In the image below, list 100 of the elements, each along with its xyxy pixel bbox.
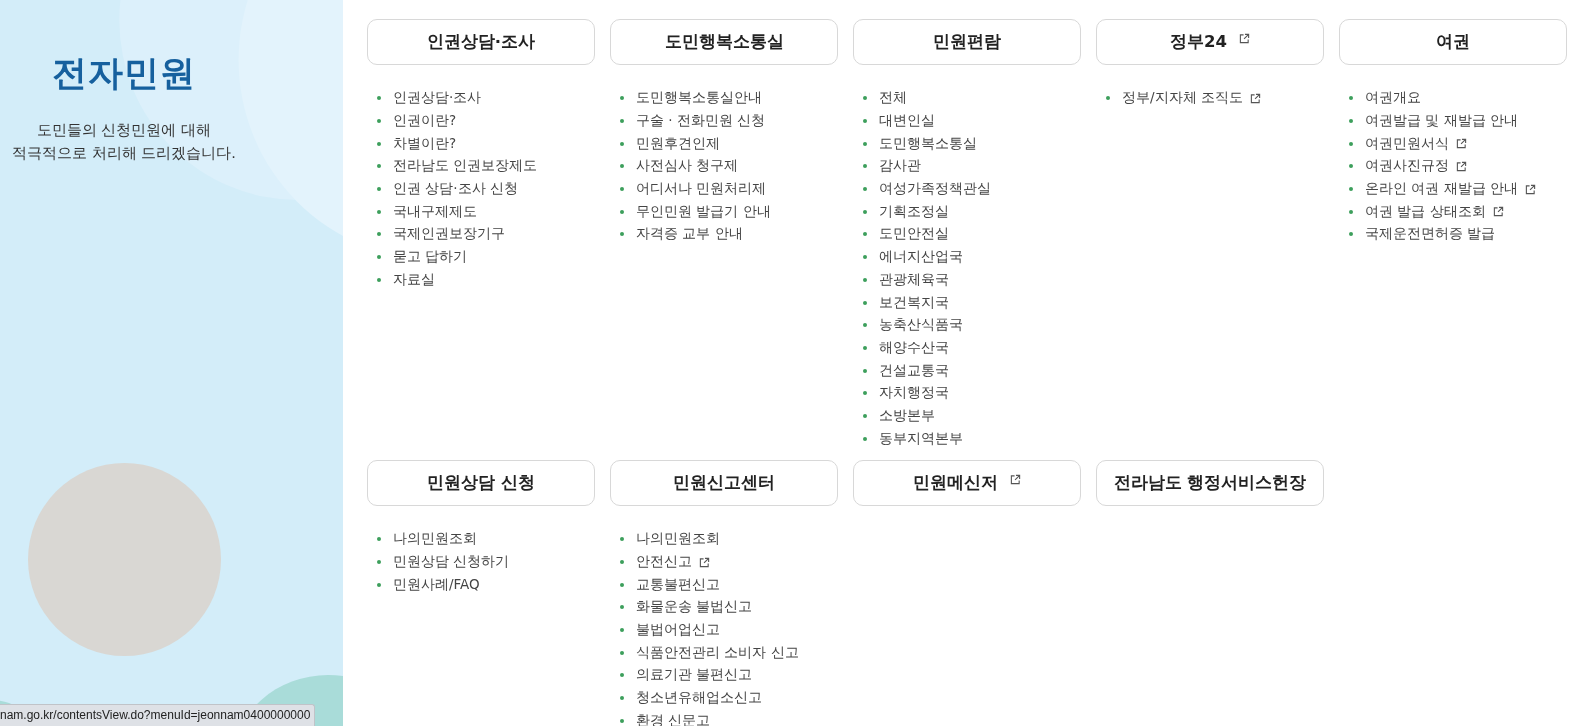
bullet-icon <box>620 232 624 237</box>
menu-link[interactable]: 도민행복소통실 <box>879 134 977 153</box>
menu-link[interactable]: 자료실 <box>393 270 435 289</box>
menu-link[interactable]: 국내구제제도 <box>393 202 477 221</box>
bullet-icon <box>863 391 867 396</box>
menu-link[interactable]: 여권발급 및 재발급 안내 <box>1365 112 1518 131</box>
bullet-icon <box>1349 96 1353 101</box>
menu-link[interactable]: 건설교통국 <box>879 361 949 380</box>
menu-link[interactable]: 여권사진규정 <box>1365 157 1467 176</box>
menu-link[interactable]: 감사관 <box>879 157 921 176</box>
bullet-icon <box>620 187 624 192</box>
menu-link[interactable]: 도민행복소통실안내 <box>636 89 762 108</box>
external-link-icon <box>1239 32 1250 44</box>
menu-link[interactable]: 자격증 교부 안내 <box>636 225 743 244</box>
menu-link[interactable]: 식품안전관리 소비자 신고 <box>636 643 799 662</box>
bullet-icon <box>863 141 867 146</box>
bullet-icon <box>1106 96 1110 101</box>
bullet-icon <box>1349 164 1353 169</box>
menu-link[interactable]: 화물운송 불법신고 <box>636 598 753 617</box>
bullet-icon <box>1349 187 1353 192</box>
menu-link[interactable]: 구술 · 전화민원 신청 <box>636 112 766 131</box>
menu-link[interactable]: 무인민원 발급기 안내 <box>636 202 771 221</box>
bullet-icon <box>863 164 867 169</box>
bullet-icon <box>377 96 381 101</box>
menu-link[interactable]: 인권이란? <box>393 112 457 131</box>
bullet-icon <box>620 650 624 655</box>
menu-link[interactable]: 에너지산업국 <box>879 248 963 267</box>
menu-link[interactable]: 국제인권보장기구 <box>393 225 505 244</box>
category-button[interactable]: 민원메신저 <box>853 460 1081 506</box>
category-button[interactable]: 전라남도 행정서비스헌장 <box>1096 460 1324 506</box>
menu-link[interactable]: 대변인실 <box>879 112 935 131</box>
bullet-icon <box>863 413 867 418</box>
menu-link[interactable]: 나의민원조회 <box>393 530 477 549</box>
menu-link[interactable]: 해양수산국 <box>879 338 949 357</box>
category-button[interactable]: 민원신고센터 <box>610 460 838 506</box>
bullet-icon <box>863 209 867 214</box>
category-button[interactable]: 인권상담·조사 <box>367 19 595 65</box>
bullet-icon <box>863 232 867 237</box>
category-button[interactable]: 여권 <box>1339 19 1567 65</box>
bullet-icon <box>620 96 624 101</box>
menu-link[interactable]: 인권 상담·조사 신청 <box>393 180 518 199</box>
menu-link[interactable]: 소방본부 <box>879 406 935 425</box>
bullet-icon <box>377 187 381 192</box>
menu-link[interactable]: 민원후견인제 <box>636 134 720 153</box>
menu-link[interactable]: 보건복지국 <box>879 293 949 312</box>
menu-link[interactable]: 여권 발급 상태조회 <box>1365 202 1504 221</box>
menu-link[interactable]: 관광체육국 <box>879 270 949 289</box>
menu-link[interactable]: 의료기관 불편신고 <box>636 666 753 685</box>
menu-link[interactable]: 전라남도 인권보장제도 <box>393 157 538 176</box>
bullet-icon <box>377 141 381 146</box>
bullet-icon <box>377 164 381 169</box>
menu-link[interactable]: 정부/지자체 조직도 <box>1122 89 1261 108</box>
menu-link[interactable]: 도민안전실 <box>879 225 949 244</box>
bullet-icon <box>863 323 867 328</box>
bullet-icon <box>863 119 867 124</box>
bullet-icon <box>620 582 624 587</box>
menu-link[interactable]: 농축산식품국 <box>879 316 963 335</box>
menu-link[interactable]: 사전심사 청구제 <box>636 157 739 176</box>
menu-link[interactable]: 어디서나 민원처리제 <box>636 180 767 199</box>
category-button[interactable]: 민원상담 신청 <box>367 460 595 506</box>
menu-link[interactable]: 여권민원서식 <box>1365 134 1467 153</box>
menu-link[interactable]: 온라인 여권 재발급 안내 <box>1365 180 1536 199</box>
bullet-icon <box>863 187 867 192</box>
category-button[interactable]: 민원편람 <box>853 19 1081 65</box>
menu-link[interactable]: 인권상담·조사 <box>393 89 482 108</box>
bullet-icon <box>1349 209 1353 214</box>
menu-link[interactable]: 전체 <box>879 89 907 108</box>
menu-link[interactable]: 국제운전면허증 발급 <box>1365 225 1496 244</box>
bullet-icon <box>620 537 624 542</box>
menu-link[interactable]: 청소년유해업소신고 <box>636 689 762 708</box>
category-button[interactable]: 정부24 <box>1096 19 1324 65</box>
menu-link[interactable]: 기획조정실 <box>879 202 949 221</box>
menu-link[interactable]: 자치행정국 <box>879 384 949 403</box>
bullet-icon <box>620 209 624 214</box>
menu-link[interactable]: 동부지역본부 <box>879 429 963 448</box>
menu-link[interactable]: 묻고 답하기 <box>393 248 468 267</box>
menu-link[interactable]: 나의민원조회 <box>636 530 720 549</box>
category-button[interactable]: 도민행복소통실 <box>610 19 838 65</box>
menu-link[interactable]: 여권개요 <box>1365 89 1421 108</box>
menu-link[interactable]: 안전신고 <box>636 553 710 572</box>
bullet-icon <box>377 209 381 214</box>
menu-link[interactable]: 교통불편신고 <box>636 575 720 594</box>
menu-link[interactable]: 민원상담 신청하기 <box>393 553 510 572</box>
menu-link[interactable]: 불법어업신고 <box>636 621 720 640</box>
menu-link[interactable]: 환경 신문고 <box>636 711 711 726</box>
menu-link[interactable]: 민원사례/FAQ <box>393 575 480 594</box>
bullet-icon <box>863 277 867 282</box>
section-title: 전자민원 <box>51 52 197 95</box>
menu-link[interactable]: 차별이란? <box>393 134 457 153</box>
bullet-icon <box>377 537 381 542</box>
bullet-icon <box>1349 141 1353 146</box>
bullet-icon <box>377 582 381 587</box>
bullet-icon <box>863 436 867 441</box>
bullet-icon <box>377 119 381 124</box>
menu-link[interactable]: 여성가족정책관실 <box>879 180 991 199</box>
bullet-icon <box>863 345 867 350</box>
bullet-icon <box>620 718 624 723</box>
bullet-icon <box>863 368 867 373</box>
bullet-icon <box>863 255 867 260</box>
bullet-icon <box>377 232 381 237</box>
